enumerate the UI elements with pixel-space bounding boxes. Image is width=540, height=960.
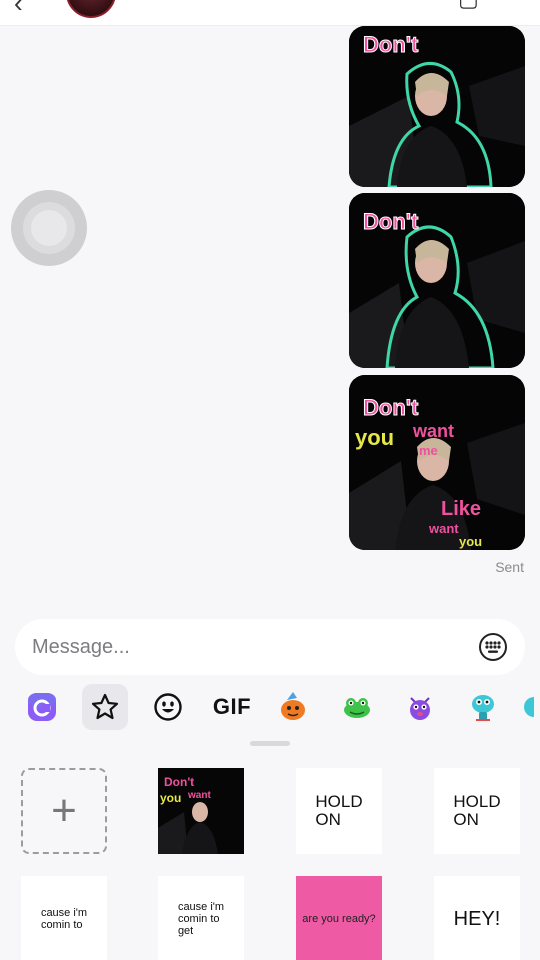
message-composer bbox=[15, 619, 525, 675]
purple-monster-sticker-icon[interactable] bbox=[397, 684, 443, 730]
sticker-caption: you bbox=[459, 534, 482, 549]
sticker-text-line: comin to bbox=[177, 913, 220, 925]
app-logo-icon[interactable] bbox=[19, 684, 65, 730]
gif-tab[interactable]: GIF bbox=[208, 684, 256, 730]
sticker-thumbnail: Don't you want bbox=[158, 768, 244, 854]
sticker-text-line: ON bbox=[315, 810, 341, 829]
sent-status: Sent bbox=[495, 559, 524, 575]
sticker-caption: want bbox=[412, 421, 454, 441]
back-arrow-icon[interactable]: ‹ bbox=[14, 0, 23, 19]
sticker-image: Don't bbox=[349, 26, 525, 187]
frog-sticker-icon[interactable] bbox=[334, 684, 380, 730]
sticker-text: cause i'm comin to bbox=[41, 907, 87, 931]
sticker-caption: Don't bbox=[363, 209, 419, 234]
sent-sticker-message[interactable]: Don't you want me Like want you bbox=[349, 375, 525, 550]
sticker-text-line: ON bbox=[453, 810, 479, 829]
sticker-tile[interactable]: cause i'm comin to bbox=[21, 876, 107, 960]
sticker-caption: Don't bbox=[363, 32, 419, 57]
sticker-text: cause i'm comin to get bbox=[178, 901, 224, 937]
sticker-text-line: HOLD bbox=[453, 792, 501, 811]
favorites-star-icon[interactable] bbox=[82, 684, 128, 730]
video-call-icon[interactable]: ▢ bbox=[458, 0, 479, 12]
sticker-image: Don't bbox=[349, 193, 525, 368]
contact-avatar[interactable] bbox=[66, 0, 116, 18]
sticker-tile[interactable]: HEY! bbox=[434, 876, 520, 960]
sticker-text-line: get bbox=[177, 925, 194, 937]
panel-drag-handle[interactable] bbox=[250, 741, 290, 746]
sticker-tile[interactable]: are you ready? bbox=[296, 876, 382, 960]
sticker-tile[interactable]: HOLD ON bbox=[434, 768, 520, 854]
sticker-tile[interactable]: HOLD ON bbox=[296, 768, 382, 854]
sticker-text-line: cause i'm bbox=[40, 907, 88, 919]
sticker-tab-bar: GIF bbox=[0, 684, 540, 732]
sticker-text-line: HOLD bbox=[315, 792, 363, 811]
sticker-image: Don't you want me Like want you bbox=[349, 375, 525, 550]
floating-button-ring bbox=[23, 202, 75, 254]
sticker-caption: Like bbox=[441, 498, 481, 520]
sticker-text: HEY! bbox=[453, 907, 501, 930]
sent-sticker-message[interactable]: Don't bbox=[349, 193, 525, 368]
contact-name-area[interactable] bbox=[128, 0, 348, 6]
sticker-caption: want bbox=[428, 521, 459, 536]
floating-assistive-button[interactable] bbox=[11, 190, 87, 266]
sticker-tile[interactable]: cause i'm comin to get bbox=[158, 876, 244, 960]
plus-icon: + bbox=[51, 786, 77, 835]
sticker-caption: Don't bbox=[363, 395, 419, 420]
floating-button-core bbox=[31, 210, 67, 246]
sticker-text-line: cause i'm bbox=[177, 901, 225, 913]
emoji-icon[interactable] bbox=[145, 684, 191, 730]
sticker-text-line: comin to bbox=[40, 919, 83, 931]
more-sticker-pack-icon[interactable] bbox=[520, 684, 540, 730]
cyan-creature-sticker-icon[interactable] bbox=[460, 684, 506, 730]
sticker-caption: want bbox=[187, 790, 211, 801]
add-sticker-button[interactable]: + bbox=[21, 768, 107, 854]
sticker-text: HOLD ON bbox=[453, 793, 500, 829]
sticker-caption: me bbox=[419, 443, 438, 458]
orange-character-sticker-icon[interactable] bbox=[271, 684, 317, 730]
sent-sticker-message[interactable]: Don't bbox=[349, 26, 525, 187]
gif-label: GIF bbox=[212, 694, 252, 719]
chat-header: ‹ ▢ bbox=[0, 0, 540, 26]
keyboard-icon[interactable] bbox=[477, 631, 509, 663]
sticker-caption: Don't bbox=[164, 775, 194, 789]
sticker-preview-tile[interactable]: Don't you want bbox=[158, 768, 244, 854]
sticker-caption: you bbox=[355, 425, 394, 450]
sticker-text: HOLD ON bbox=[315, 793, 362, 829]
sticker-text: are you ready? bbox=[302, 913, 376, 925]
message-input[interactable] bbox=[32, 635, 477, 659]
sticker-caption: you bbox=[160, 791, 181, 805]
